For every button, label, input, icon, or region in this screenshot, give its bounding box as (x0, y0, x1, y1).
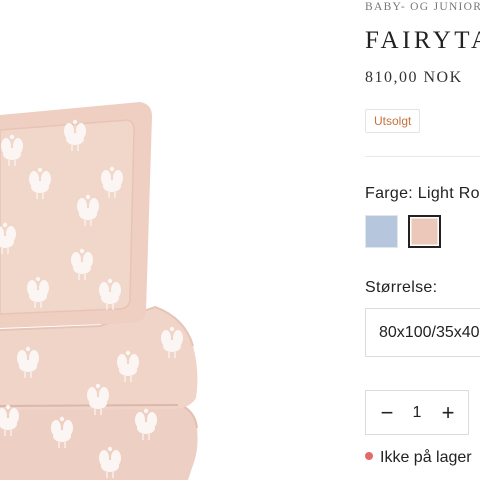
product-title: FAIRYTA (365, 27, 480, 54)
breadcrumb[interactable]: BABY- OG JUNIORS (365, 1, 480, 13)
quantity-increase-button[interactable]: + (431, 391, 465, 434)
quantity-value[interactable]: 1 (400, 391, 434, 434)
product-image[interactable] (0, 0, 352, 480)
stock-status-text: Ikke på lager (380, 449, 472, 466)
size-label: Størrelse: (365, 279, 438, 296)
size-select[interactable]: 80x100/35x40 (365, 308, 480, 357)
stock-status: Ikke på lager (365, 449, 472, 467)
quantity-stepper: − 1 + (365, 390, 469, 435)
stock-status-dot-icon (365, 451, 373, 460)
sold-out-badge: Utsolgt (365, 109, 421, 133)
divider (365, 156, 480, 157)
duvet-image-graphic (0, 102, 198, 480)
swatch-light-rose[interactable] (408, 215, 441, 248)
color-label: Farge: Light Ro (365, 185, 480, 202)
product-price: 810,00 NOK (365, 69, 463, 86)
product-info: BABY- OG JUNIORS FAIRYTA 810,00 NOK Utso… (365, 0, 480, 480)
swatch-blue[interactable] (365, 215, 398, 248)
quantity-decrease-button[interactable]: − (370, 391, 404, 434)
